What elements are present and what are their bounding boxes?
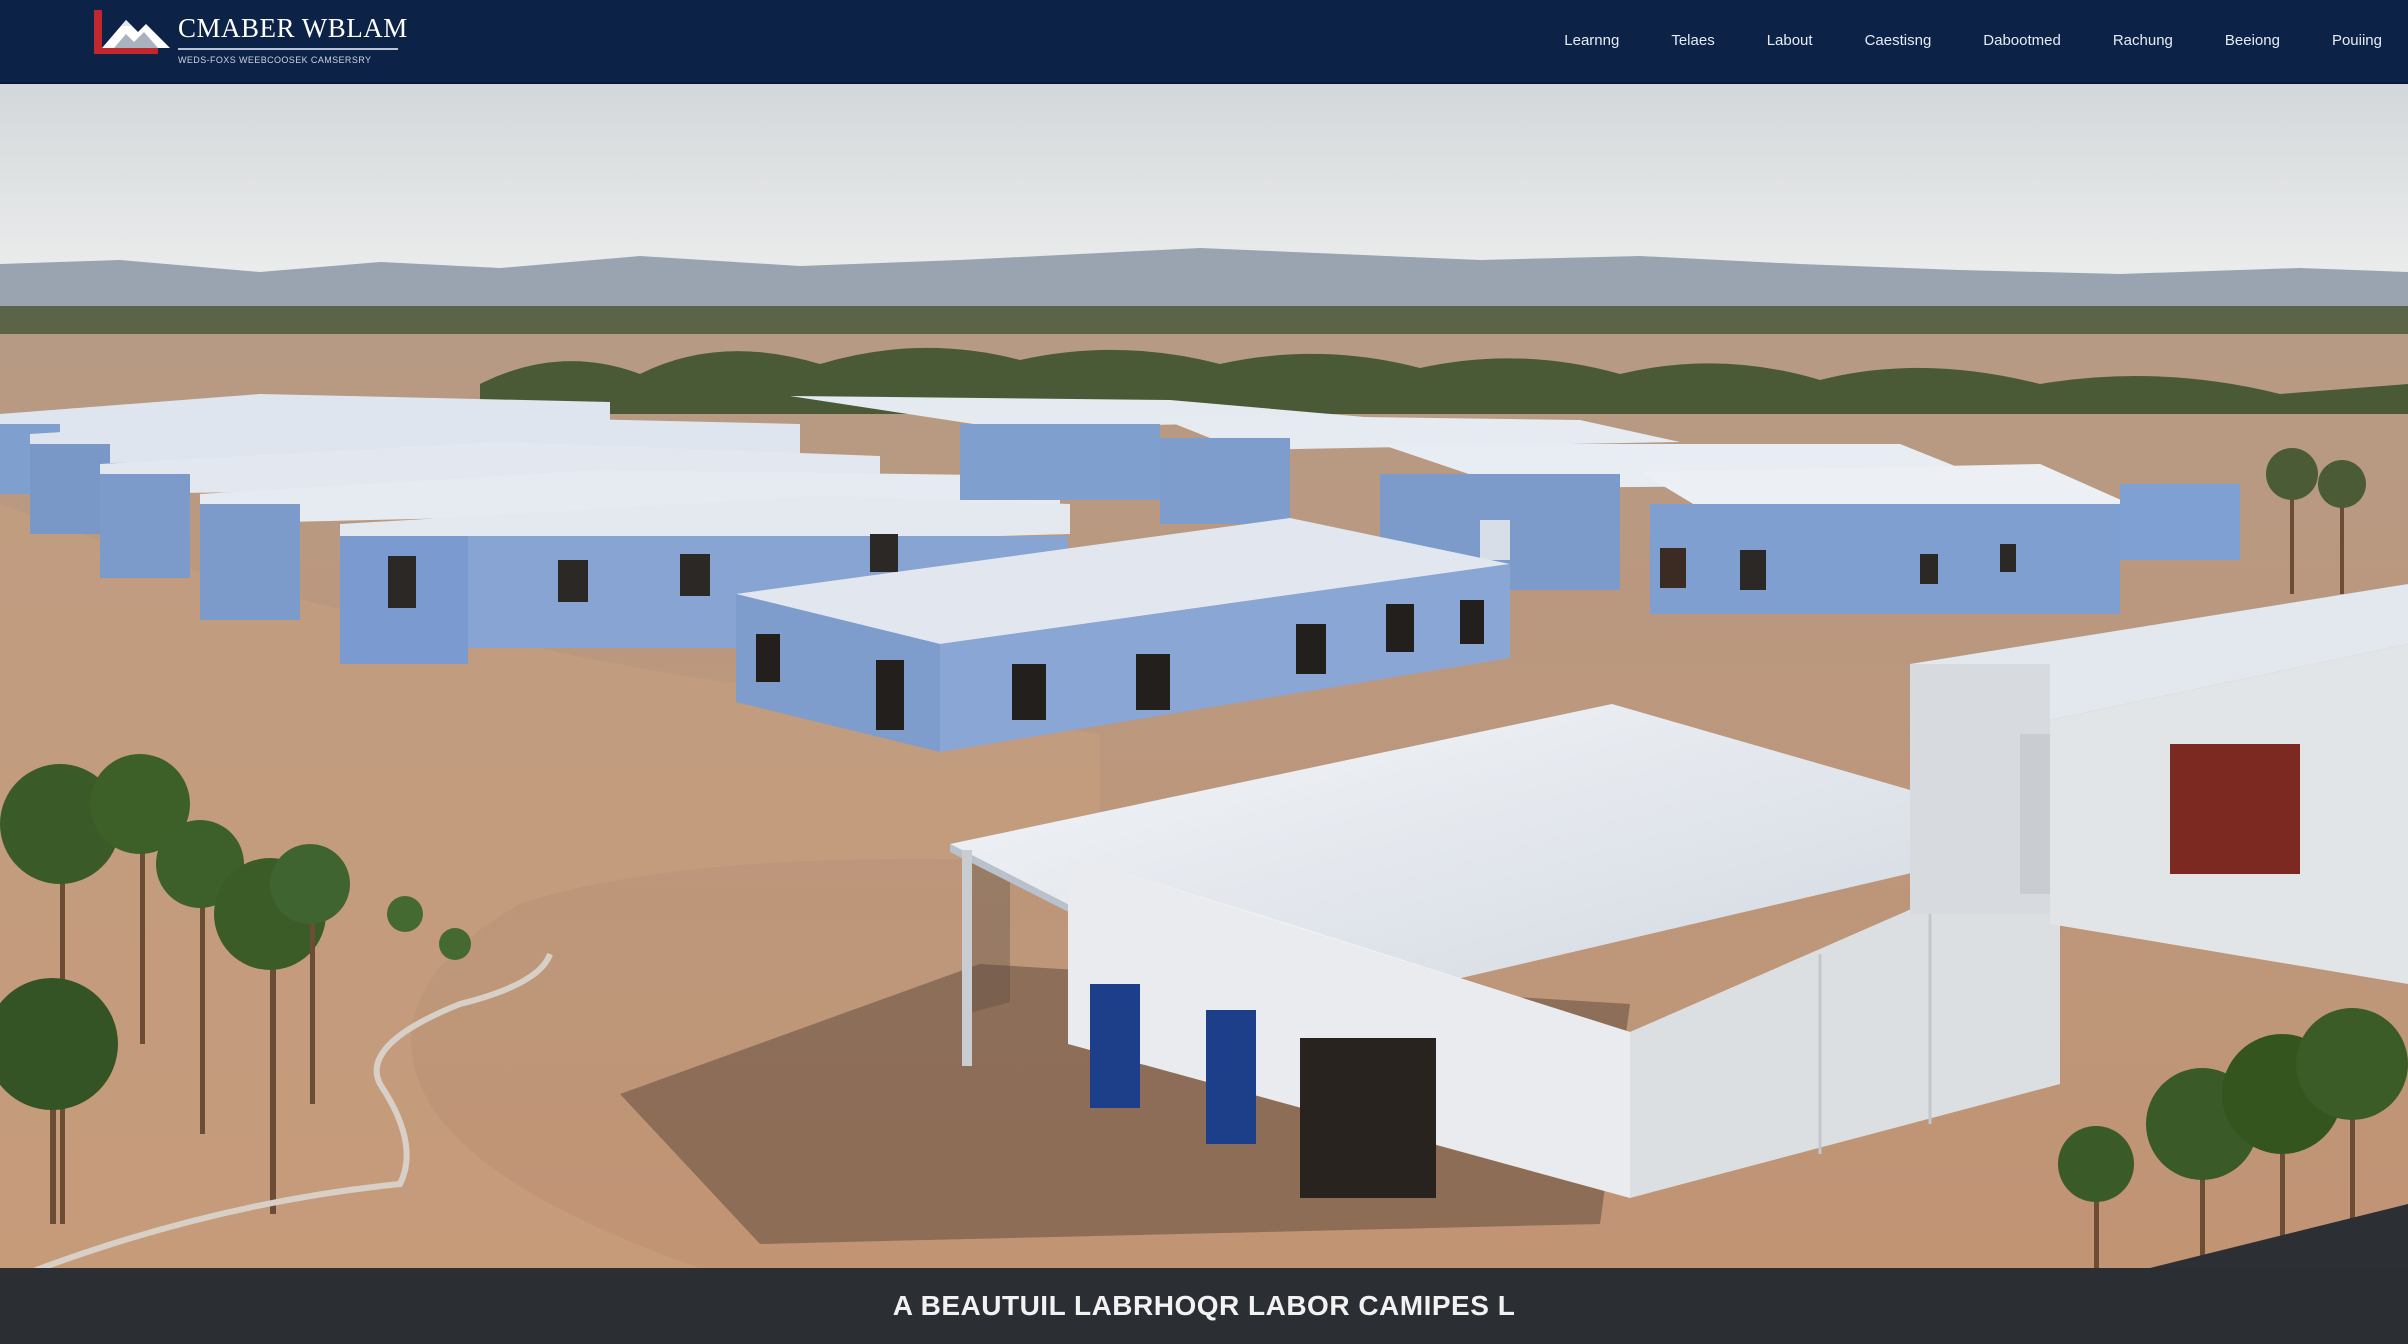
nav-link[interactable]: Dabootmed xyxy=(1983,32,2061,49)
nav-link[interactable]: Labout xyxy=(1767,32,1813,49)
hero-caption-bar: A BEAUTUIL LABRHOQR LABOR CAMIPES L xyxy=(0,1268,2408,1344)
site-logo[interactable]: CMABER WBLAM WEDS-FOXS WEEBCOOSEK CAMSER… xyxy=(92,8,408,70)
nav-link[interactable]: Telaes xyxy=(1671,32,1714,49)
nav-link[interactable]: Learnng xyxy=(1564,32,1619,49)
nav-link[interactable]: Caestisng xyxy=(1865,32,1932,49)
hero-image xyxy=(0,84,2408,1268)
logo-divider xyxy=(178,48,398,50)
nav-link[interactable]: Beeiong xyxy=(2225,32,2280,49)
page: CMABER WBLAM WEDS-FOXS WEEBCOOSEK CAMSER… xyxy=(0,0,2408,1344)
logo-subtitle: WEDS-FOXS WEEBCOOSEK CAMSERSRY xyxy=(178,55,372,65)
hero-caption: A BEAUTUIL LABRHOQR LABOR CAMIPES L xyxy=(892,1290,1516,1321)
main-nav: Learnng Telaes Labout Caestisng Dabootme… xyxy=(1564,32,2382,49)
top-navbar: CMABER WBLAM WEDS-FOXS WEEBCOOSEK CAMSER… xyxy=(0,0,2408,84)
nav-link[interactable]: Pouiing xyxy=(2332,32,2382,49)
nav-link[interactable]: Rachung xyxy=(2113,32,2173,49)
logo-title: CMABER WBLAM xyxy=(178,13,408,43)
mountain-logo-icon xyxy=(92,8,172,60)
far-treeline xyxy=(0,306,2408,336)
